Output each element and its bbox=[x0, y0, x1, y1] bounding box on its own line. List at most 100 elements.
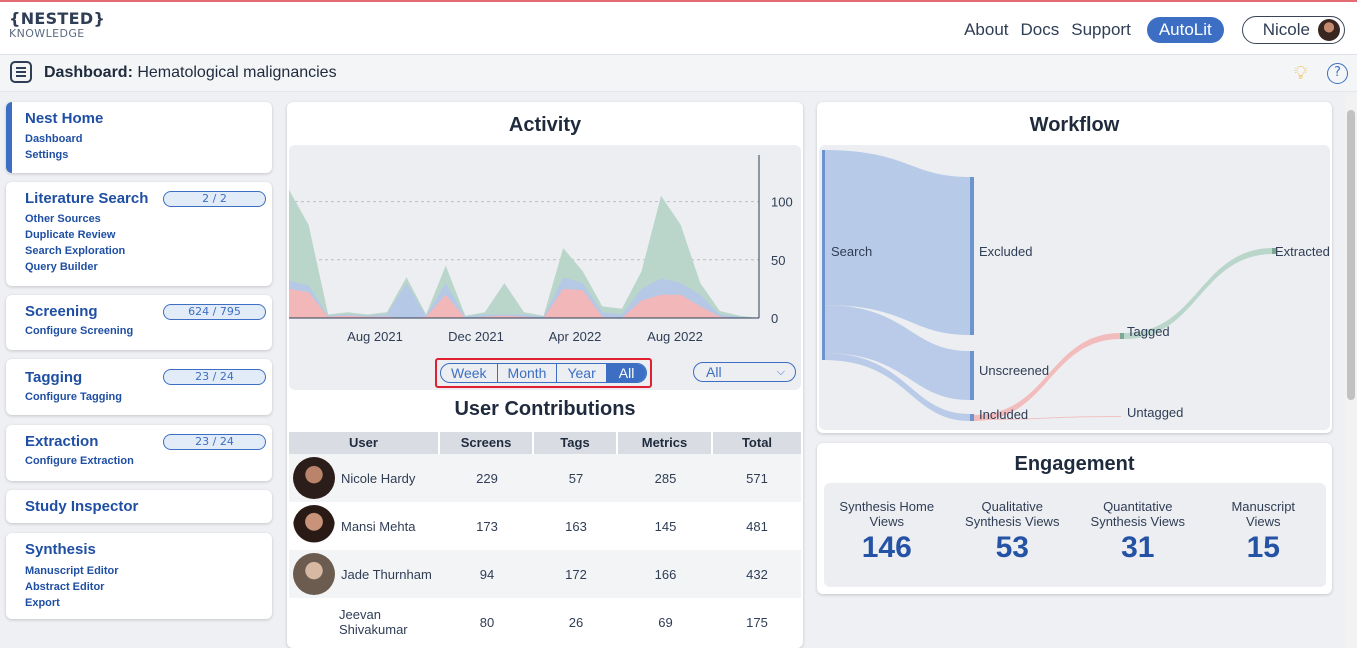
stat-value: 146 bbox=[861, 531, 912, 564]
total-cell: 432 bbox=[746, 566, 768, 582]
node-included bbox=[970, 414, 974, 421]
table-row: Nicole Hardy 229 57 285 571 bbox=[289, 454, 801, 502]
x-tick-labels: Aug 2021 Dec 2021 Apr 2022 Aug 2022 bbox=[347, 329, 703, 344]
metrics-cell: 69 bbox=[658, 614, 673, 630]
sidebar-link-dashboard[interactable]: Dashboard bbox=[25, 131, 272, 147]
node-excluded bbox=[970, 177, 974, 335]
sidebar-link-configure-extraction[interactable]: Configure Extraction bbox=[25, 453, 272, 469]
page-title: Dashboard: Hematological malignancies bbox=[44, 64, 337, 82]
nav-about-link[interactable]: About bbox=[962, 20, 1010, 40]
node-label-unscreened: Unscreened bbox=[979, 363, 1049, 378]
contributions-title: User Contributions bbox=[454, 398, 636, 420]
node-search bbox=[822, 150, 825, 360]
range-year-button[interactable]: Year bbox=[557, 364, 607, 382]
metrics-cell: 166 bbox=[654, 566, 677, 582]
x-tick-label: Aug 2022 bbox=[647, 329, 703, 344]
logo[interactable]: {NESTED} KNOWLEDGE bbox=[9, 11, 105, 40]
y-tick-label: 50 bbox=[771, 253, 785, 268]
column-header-screens[interactable]: Screens bbox=[440, 432, 534, 454]
help-icon[interactable]: ? bbox=[1327, 63, 1348, 84]
user-menu-button[interactable]: Nicole bbox=[1241, 16, 1345, 44]
stat-quantitative-synthesis-views: Quantitative Synthesis Views 31 bbox=[1075, 483, 1201, 587]
stat-label: Views bbox=[1246, 514, 1281, 529]
lightbulb-icon[interactable]: 💡︎ bbox=[1294, 62, 1307, 84]
node-label-untagged: Untagged bbox=[1127, 405, 1183, 420]
range-all-button[interactable]: All bbox=[606, 364, 647, 382]
range-toggle-highlight: Week Month Year All bbox=[435, 358, 653, 388]
total-cell: 571 bbox=[746, 470, 768, 486]
metrics-cell: 285 bbox=[654, 470, 677, 486]
user-filter-select[interactable]: All ⌵ bbox=[693, 362, 796, 382]
stat-value: 31 bbox=[1121, 531, 1155, 564]
node-label-included: Included bbox=[979, 407, 1028, 422]
user-name: Nicole bbox=[1262, 20, 1310, 39]
screens-cell: 80 bbox=[479, 614, 495, 630]
nav-support-link[interactable]: Support bbox=[1069, 20, 1133, 40]
sidebar-item-literature-search[interactable]: Literature Search 2 / 2 Other Sources Du… bbox=[6, 182, 272, 286]
stat-label: Quantitative bbox=[1103, 499, 1173, 514]
sidebar-link-duplicate-review[interactable]: Duplicate Review bbox=[25, 227, 272, 243]
scrollbar-thumb[interactable] bbox=[1347, 110, 1355, 400]
stat-label: Synthesis Views bbox=[965, 514, 1060, 529]
page-title-bold: Dashboard: bbox=[44, 64, 133, 81]
stat-label: Synthesis Views bbox=[1090, 514, 1185, 529]
stat-qualitative-synthesis-views: Qualitative Synthesis Views 53 bbox=[950, 483, 1076, 587]
engagement-title: Engagement bbox=[1014, 453, 1135, 475]
tags-cell: 172 bbox=[565, 566, 587, 582]
top-nav: About Docs Support AutoLit Nicole bbox=[962, 16, 1345, 44]
x-tick-label: Aug 2021 bbox=[347, 329, 403, 344]
user-name: Nicole Hardy bbox=[341, 470, 416, 486]
sidebar-item-label: Synthesis bbox=[25, 541, 96, 558]
y-tick-label: 100 bbox=[771, 195, 793, 210]
user-name: Jade Thurnham bbox=[341, 566, 432, 582]
sidebar-link-settings[interactable]: Settings bbox=[25, 147, 272, 163]
stat-manuscript-views: Manuscript Views 15 bbox=[1201, 483, 1327, 587]
sidebar-link-abstract-editor[interactable]: Abstract Editor bbox=[25, 579, 272, 595]
sidebar-item-extraction[interactable]: Extraction 23 / 24 Configure Extraction bbox=[6, 425, 272, 481]
page-title-project: Hematological malignancies bbox=[132, 64, 337, 81]
total-cell: 175 bbox=[746, 614, 768, 630]
autolit-button[interactable]: AutoLit bbox=[1146, 17, 1224, 43]
node-label-search: Search bbox=[831, 244, 872, 259]
column-header-total[interactable]: Total bbox=[713, 432, 801, 454]
range-toggle: Week Month Year All bbox=[440, 363, 648, 383]
x-tick-label: Apr 2022 bbox=[549, 329, 602, 344]
sidebar-link-export[interactable]: Export bbox=[25, 595, 272, 611]
column-header-user[interactable]: User bbox=[289, 432, 440, 454]
sidebar-link-query-builder[interactable]: Query Builder bbox=[25, 259, 272, 275]
y-tick-label: 0 bbox=[771, 311, 778, 326]
table-row: Jade Thurnham 94 172 166 432 bbox=[289, 550, 801, 598]
sidebar-link-search-exploration[interactable]: Search Exploration bbox=[25, 243, 272, 259]
sidebar-item-synthesis[interactable]: Synthesis Manuscript Editor Abstract Edi… bbox=[6, 533, 272, 619]
table-row: Jeevan Shivakumar 80 26 69 175 bbox=[289, 598, 801, 646]
nav-docs-link[interactable]: Docs bbox=[1019, 20, 1062, 40]
sidebar-item-study-inspector[interactable]: Study Inspector bbox=[6, 490, 272, 523]
sidebar-link-manuscript-editor[interactable]: Manuscript Editor bbox=[25, 563, 272, 579]
logo-line2: KNOWLEDGE bbox=[9, 27, 85, 40]
stat-value: 15 bbox=[1246, 531, 1280, 564]
column-header-tags[interactable]: Tags bbox=[534, 432, 618, 454]
sidebar-item-tagging[interactable]: Tagging 23 / 24 Configure Tagging bbox=[6, 359, 272, 415]
title-bar: Dashboard: Hematological malignancies 💡︎… bbox=[0, 55, 1357, 92]
tags-cell: 26 bbox=[568, 614, 584, 630]
range-month-button[interactable]: Month bbox=[498, 364, 558, 382]
sidebar-item-screening[interactable]: Screening 624 / 795 Configure Screening bbox=[6, 295, 272, 350]
metrics-cell: 145 bbox=[654, 518, 677, 534]
stat-label: Manuscript bbox=[1231, 499, 1296, 514]
sidebar-link-other-sources[interactable]: Other Sources bbox=[25, 211, 272, 227]
table-header: User Screens Tags Metrics Total bbox=[289, 432, 801, 454]
node-tagged bbox=[1120, 333, 1124, 339]
range-week-button[interactable]: Week bbox=[441, 364, 498, 382]
page-scrollbar[interactable] bbox=[1345, 92, 1357, 648]
avatar bbox=[293, 505, 335, 547]
sidebar-item-nest-home[interactable]: Nest Home Dashboard Settings bbox=[6, 102, 272, 173]
node-label-tagged: Tagged bbox=[1127, 324, 1170, 339]
column-header-metrics[interactable]: Metrics bbox=[618, 432, 713, 454]
status-badge: 624 / 795 bbox=[163, 304, 266, 320]
menu-toggle-icon[interactable] bbox=[10, 61, 32, 83]
sidebar-link-configure-tagging[interactable]: Configure Tagging bbox=[25, 389, 272, 405]
sidebar-link-configure-screening[interactable]: Configure Screening bbox=[25, 323, 272, 339]
table-body: Nicole Hardy 229 57 285 571 Mansi Mehta … bbox=[289, 454, 801, 646]
user-filter-value: All bbox=[706, 364, 722, 380]
screens-cell: 94 bbox=[479, 566, 495, 582]
